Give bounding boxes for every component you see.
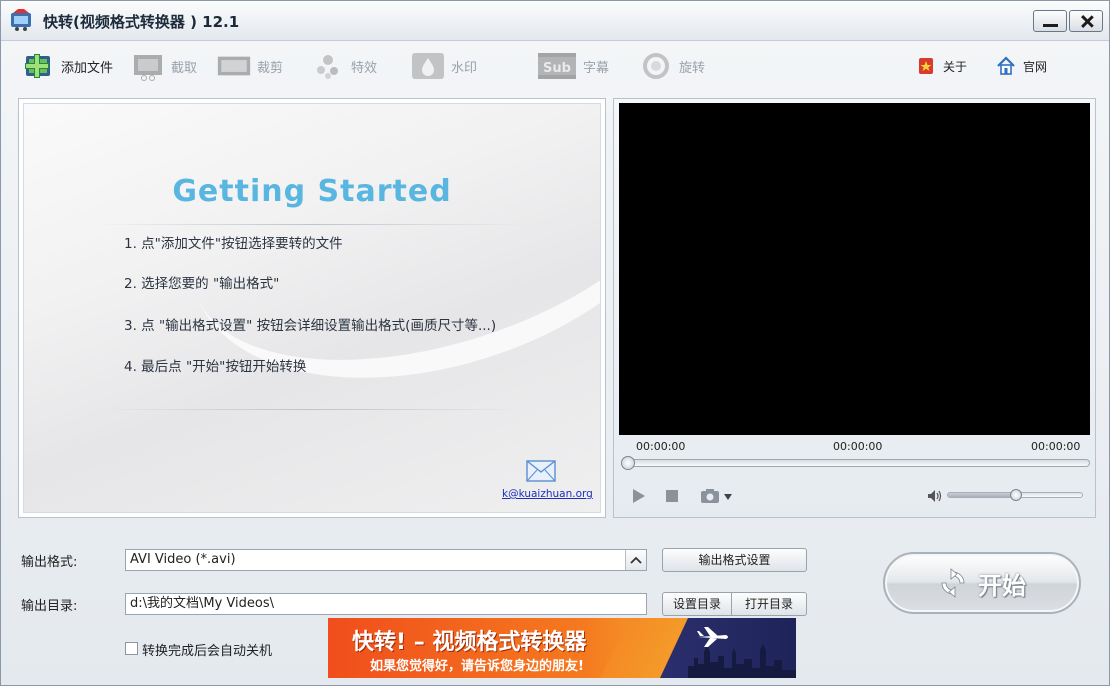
mail-icon[interactable] [526,460,556,482]
subtitle-label: 字幕 [583,60,610,76]
chevron-up-icon [630,556,642,564]
watermark-button[interactable]: 水印 [411,48,477,84]
getting-started-content: Getting Started 1. 点"添加文件"按钮选择要转的文件 2. 选… [23,103,601,513]
toolbar: 添加文件 截取 裁剪 特效 水印 Sub 字幕 旋转 关于 官网 [1,42,1109,92]
email-link[interactable]: k@kuaizhuan.org [502,488,593,500]
step-3: 3. 点 "输出格式设置" 按钮会详细设置输出格式(画质尺寸等...) [124,318,497,334]
rotate-button[interactable]: 旋转 [639,48,705,84]
window-title: 快转(视频格式转换器 ) 12.1 [43,13,240,31]
format-settings-button[interactable]: 输出格式设置 [662,548,807,572]
clip-label: 截取 [171,60,198,76]
rotate-label: 旋转 [679,60,706,76]
output-format-select[interactable]: AVI Video (*.avi) [125,549,647,571]
about-label: 关于 [943,59,968,74]
open-dir-button[interactable]: 打开目录 [731,592,807,616]
shutdown-checkbox[interactable] [125,642,138,655]
about-button[interactable]: 关于 [915,48,967,84]
city-skyline-icon [688,644,796,678]
time-start: 00:00:00 [636,440,686,453]
airplane-icon [697,627,728,647]
rotate-icon [639,50,673,82]
output-dir-field[interactable]: d:\我的文档\My Videos\ [125,593,647,615]
seek-bar[interactable] [621,456,1090,470]
start-label: 开始 [978,571,1026,600]
watermark-label: 水印 [451,60,478,76]
film-clip-icon [131,50,165,82]
output-dir-label: 输出目录: [21,599,78,614]
effects-label: 特效 [351,60,378,76]
website-label: 官网 [1023,59,1048,74]
banner-headline: 快转! – 视频格式转换器 [352,630,587,655]
banner-diagonal [600,618,688,678]
volume-fill [948,493,1016,497]
home-icon [995,50,1017,82]
video-preview-panel: 00:00:00 00:00:00 00:00:00 [613,98,1096,518]
start-button[interactable]: 开始 [883,552,1081,614]
effects-button[interactable]: 特效 [311,48,377,84]
play-icon[interactable] [632,488,646,504]
website-button[interactable]: 官网 [995,48,1047,84]
step-2: 2. 选择您要的 "输出格式" [124,276,280,292]
step-1: 1. 点"添加文件"按钮选择要转的文件 [124,236,343,252]
step-4: 4. 最后点 "开始"按钮开始转换 [124,359,307,375]
seek-handle[interactable] [621,456,635,470]
decorative-swoosh [150,104,600,438]
getting-started-panel: Getting Started 1. 点"添加文件"按钮选择要转的文件 2. 选… [18,98,606,518]
volume-icon[interactable] [927,489,943,503]
watermark-icon [411,50,445,82]
crop-label: 裁剪 [257,60,284,76]
output-format-label: 输出格式: [21,555,78,570]
app-logo-icon [11,9,31,31]
video-screen [619,103,1090,435]
clip-button[interactable]: 截取 [131,48,197,84]
volume-handle[interactable] [1010,489,1022,501]
add-file-button[interactable]: 添加文件 [21,48,113,84]
effects-icon [311,50,345,82]
stop-icon[interactable] [666,490,678,502]
subtitle-button[interactable]: Sub 字幕 [537,48,609,84]
banner-tagline: 如果您觉得好，请告诉您身边的朋友! [370,659,584,674]
dropdown-toggle-button[interactable] [625,550,646,570]
time-current: 00:00:00 [833,440,883,453]
set-dir-button[interactable]: 设置目录 [662,592,732,616]
output-format-value: AVI Video (*.avi) [130,552,236,567]
title-bar: 快转(视频格式转换器 ) 12.1 [1,1,1109,41]
add-file-label: 添加文件 [61,60,114,76]
promo-banner[interactable]: 快转! – 视频格式转换器 如果您觉得好，请告诉您身边的朋友! [328,618,796,678]
crop-icon [217,50,251,82]
about-icon [915,50,937,82]
getting-started-title: Getting Started [172,174,452,209]
divider-top [94,224,528,225]
app-window: 快转(视频格式转换器 ) 12.1 添加文件 截取 裁剪 特效 水印 Sub 字… [0,0,1110,686]
convert-icon [941,568,965,598]
divider-bottom [94,409,528,410]
shutdown-label[interactable]: 转换完成后会自动关机 [142,640,272,659]
time-end: 00:00:00 [1031,440,1081,453]
add-file-icon [21,50,55,82]
volume-slider[interactable] [947,489,1083,501]
crop-button[interactable]: 裁剪 [217,48,283,84]
close-button[interactable] [1069,10,1103,32]
svg-text:Sub: Sub [543,61,571,76]
minimize-button[interactable] [1033,10,1067,32]
subtitle-icon: Sub [537,50,577,82]
snapshot-icon[interactable] [700,488,734,504]
